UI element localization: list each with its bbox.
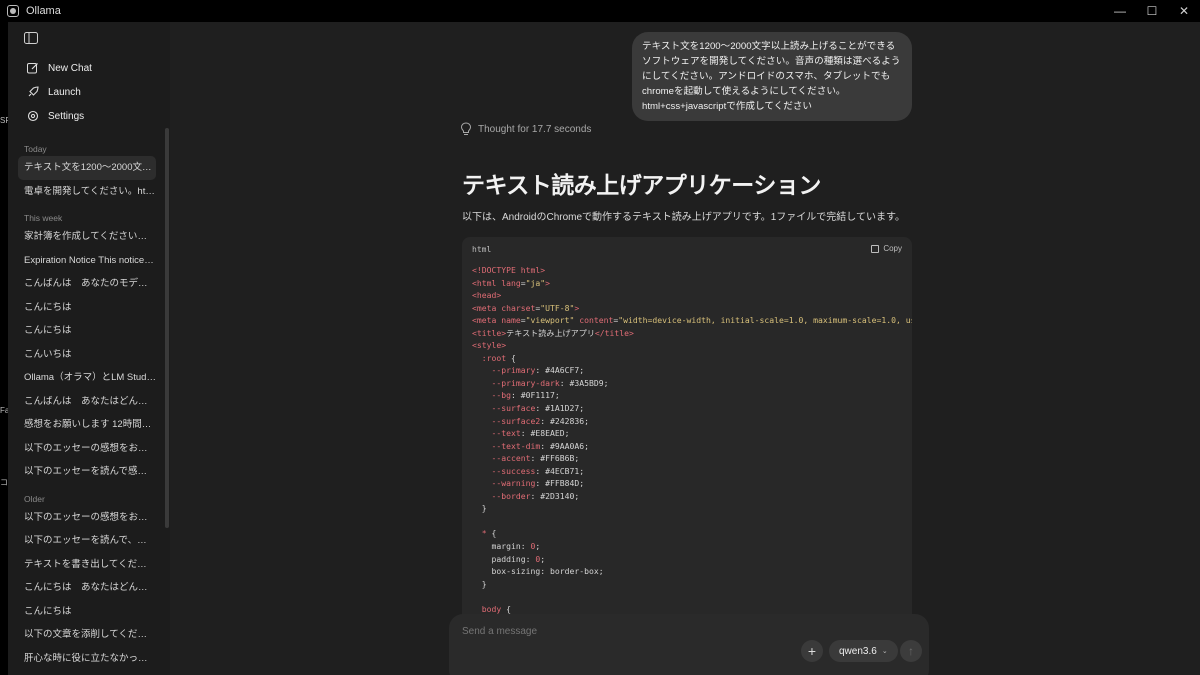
chat-history-item[interactable]: こんにちは [18,319,156,343]
sidebar: New Chat Launch Settings Today テキスト文を120… [8,22,170,675]
chat-history-item[interactable]: Expiration Notice This notice is... [18,249,156,273]
send-button[interactable]: ↑ [900,640,922,662]
chat-history-item[interactable]: こんにちは [18,296,156,320]
settings-button[interactable]: Settings [8,104,170,128]
chat-history-item[interactable]: 以下のエッセーの感想をお願いします [18,506,156,530]
close-button[interactable]: ✕ [1168,0,1200,22]
chat-history-item[interactable]: 以下の文章を添削してください。校正 [18,623,156,647]
code-content: <!DOCTYPE html> <html lang="ja"> <head> … [472,265,912,614]
chat-history-item[interactable]: こんばんは あなたはどんなモデルですか [18,390,156,414]
attach-button[interactable]: + [801,640,823,662]
chat-history-item[interactable]: テキスト文を1200～2000文字以上読み上げることができるソフトウェア [18,156,156,180]
chat-history-item[interactable]: 感想をお願いします 12時間の電車旅 [18,413,156,437]
chat-history-item[interactable]: 家計簿を作成してください。html+css+javascript [18,225,156,249]
window-title: Ollama [26,5,61,17]
chat-history-item[interactable]: 以下のエッセーを読んで、感想を教えてください [18,529,156,553]
group-label-today: Today [24,144,47,154]
code-block-header: html Copy [462,237,912,259]
message-composer: + qwen3.6 ⌄ ↑ [449,614,929,675]
gear-icon [26,109,40,123]
sidebar-nav: New Chat Launch Settings [8,56,170,128]
code-block: html Copy <!DOCTYPE html> <html lang="ja… [462,237,912,637]
minimize-button[interactable]: — [1104,0,1136,22]
model-selector[interactable]: qwen3.6 ⌄ [829,640,898,662]
ollama-logo-icon [7,5,19,17]
maximize-button[interactable]: ☐ [1136,0,1168,22]
chat-history-item[interactable]: こんいちは [18,343,156,367]
thought-toggle[interactable]: Thought for 17.7 seconds [460,122,591,136]
edit-icon [26,61,40,75]
chat-history-item[interactable]: Ollama（オラマ）とLM Studioについて [18,366,156,390]
background-fragment: コ [0,478,8,487]
lightbulb-icon [460,122,472,135]
chat-area: テキスト文を1200～2000文字以上読み上げることができるソフトウェアを開発し… [170,22,1200,675]
sidebar-toggle-icon[interactable] [24,32,38,44]
chat-history-item[interactable]: こんばんは あなたのモデルはなにですか [18,272,156,296]
message-input[interactable] [462,626,762,637]
chat-history-item[interactable]: 肝心な時に役に立たなかった。こんなとき [18,647,156,671]
launch-label: Launch [48,86,81,98]
copy-button[interactable]: Copy [871,244,902,253]
new-chat-label: New Chat [48,62,92,74]
thought-label: Thought for 17.7 seconds [478,123,592,135]
user-message: テキスト文を1200～2000文字以上読み上げることができるソフトウェアを開発し… [632,32,912,121]
chat-history-item[interactable]: 以下のエッセーを読んで感想をお願いします [18,460,156,484]
title-bar: Ollama — ☐ ✕ [0,0,1200,22]
launch-button[interactable]: Launch [8,80,170,104]
chat-history-item[interactable]: こんにちは あなたはどんなモデルですか [18,576,156,600]
new-chat-button[interactable]: New Chat [8,56,170,80]
chevron-down-icon: ⌄ [881,648,888,655]
response-heading: テキスト読み上げアプリケーション [462,172,821,198]
code-language-label: html [472,245,492,254]
chat-history-item[interactable]: こんにちは [18,600,156,624]
response-intro: 以下は、AndroidのChromeで動作するテキスト読み上げアプリです。1ファ… [462,212,905,223]
settings-label: Settings [48,110,85,122]
group-label-older: Older [24,493,45,504]
copy-icon [871,244,880,253]
copy-label: Copy [883,244,902,253]
chat-history-item[interactable]: テキストを書き出してください [18,553,156,577]
chat-history-item[interactable]: 電卓を開発してください。html+css+javascript [18,180,156,204]
rocket-icon [26,85,40,99]
model-name: qwen3.6 [839,645,877,657]
window-controls: — ☐ ✕ [1104,0,1200,22]
group-label-this-week: This week [24,213,63,223]
chat-history-item[interactable]: 以下のエッセーの感想をお願いします [18,437,156,461]
chat-history: Today テキスト文を1200～2000文字以上読み上げることができるソフトウ… [8,142,170,670]
sidebar-scrollbar[interactable] [165,128,169,528]
